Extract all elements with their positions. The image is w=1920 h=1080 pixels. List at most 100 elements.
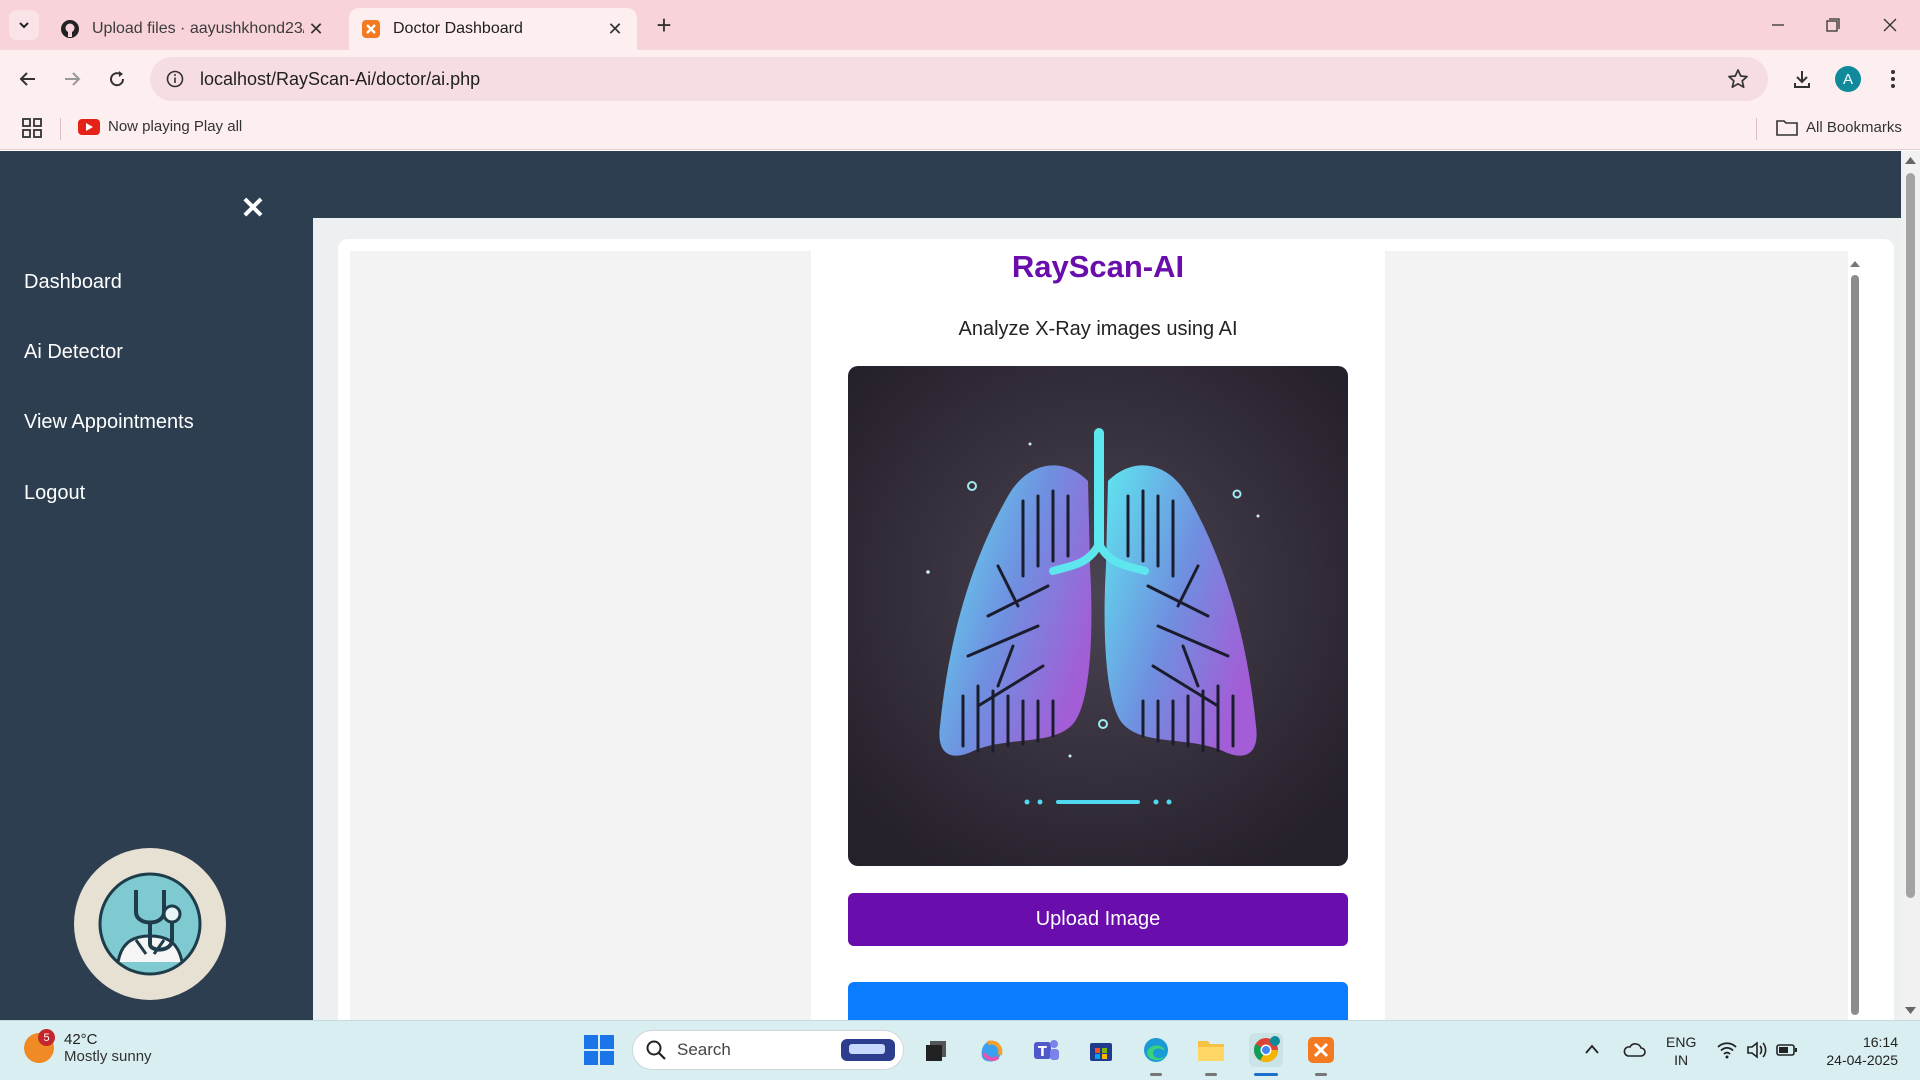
- doctor-stethoscope-icon: [98, 872, 202, 976]
- chrome-icon[interactable]: [1249, 1033, 1283, 1067]
- start-button[interactable]: [584, 1035, 614, 1065]
- sidebar-item-view-appointments[interactable]: View Appointments: [24, 411, 194, 434]
- reload-button[interactable]: [98, 60, 136, 98]
- all-bookmarks-button[interactable]: All Bookmarks: [1776, 118, 1902, 136]
- copilot-icon[interactable]: [974, 1033, 1008, 1067]
- sidebar-close-icon[interactable]: ✕: [238, 192, 268, 225]
- url-text[interactable]: localhost/RayScan-Ai/doctor/ai.php: [200, 69, 480, 90]
- taskbar-search[interactable]: Search: [632, 1030, 904, 1070]
- back-button[interactable]: [9, 60, 47, 98]
- weather-badge: 5: [38, 1029, 55, 1046]
- xampp-taskbar-icon[interactable]: [1304, 1033, 1338, 1067]
- search-icon: [646, 1040, 666, 1060]
- restore-button[interactable]: [1813, 8, 1853, 42]
- tab-github-upload[interactable]: Upload files · aayushkhond23/p ✕: [48, 8, 338, 50]
- upload-image-button[interactable]: Upload Image: [848, 893, 1348, 946]
- arrow-left-icon: [19, 72, 35, 86]
- sidebar-item-dashboard[interactable]: Dashboard: [24, 271, 122, 294]
- volume-icon[interactable]: [1746, 1041, 1768, 1059]
- sidebar: ✕ Dashboard Ai Detector View Appointment…: [0, 151, 313, 1020]
- kebab-menu-icon: [1891, 70, 1895, 88]
- tab-close-icon[interactable]: ✕: [603, 17, 627, 41]
- reload-icon: [110, 71, 125, 87]
- download-icon: [1794, 71, 1810, 88]
- close-window-button[interactable]: [1870, 8, 1910, 42]
- search-highlight-icon: [841, 1039, 895, 1061]
- profile-avatar[interactable]: A: [1835, 66, 1861, 92]
- microsoft-store-icon[interactable]: [1084, 1033, 1118, 1067]
- wifi-icon[interactable]: [1716, 1041, 1738, 1059]
- minimize-button[interactable]: [1758, 8, 1798, 42]
- battery-icon[interactable]: [1776, 1042, 1798, 1058]
- folder-icon: [1776, 120, 1798, 136]
- chevron-down-icon: [19, 22, 29, 29]
- search-label: Search: [677, 1040, 731, 1059]
- bookmark-now-playing[interactable]: Now playing Play all: [78, 118, 242, 135]
- address-bar[interactable]: localhost/RayScan-Ai/doctor/ai.php: [150, 57, 1768, 101]
- weather-temp: 42°C: [64, 1031, 98, 1048]
- github-icon: [60, 19, 80, 39]
- frame-scrollbar-thumb[interactable]: [1851, 275, 1859, 1015]
- bookmarks-bar: Now playing Play all All Bookmarks: [0, 108, 1920, 150]
- page-scrollbar[interactable]: [1901, 151, 1920, 1020]
- forward-button[interactable]: [53, 60, 91, 98]
- lungs-icon: [848, 366, 1348, 866]
- system-clock[interactable]: 16:14 24-04-2025: [1814, 1033, 1898, 1069]
- arrow-right-icon: [65, 72, 81, 86]
- weather-widget[interactable]: 5 42°C Mostly sunny: [24, 1029, 152, 1065]
- language-region: IN: [1674, 1052, 1689, 1068]
- page-subtitle: Analyze X-Ray images using AI: [958, 318, 1238, 340]
- onedrive-cloud-icon[interactable]: [1622, 1041, 1646, 1059]
- minimize-icon: [1772, 24, 1784, 26]
- language-indicator[interactable]: ENG IN: [1666, 1033, 1696, 1069]
- edge-icon[interactable]: [1139, 1033, 1173, 1067]
- chrome-active-indicator: [1254, 1073, 1278, 1076]
- page-title: RayScan-AI: [1011, 249, 1185, 284]
- page-scrollbar-thumb[interactable]: [1906, 173, 1915, 898]
- youtube-icon: [78, 118, 100, 135]
- close-icon: [1883, 18, 1897, 32]
- xampp-icon: [361, 19, 381, 39]
- web-page: ✕ Dashboard Ai Detector View Appointment…: [0, 151, 1920, 1020]
- tab-title: Doctor Dashboard: [393, 20, 523, 37]
- language-code: ENG: [1666, 1034, 1697, 1050]
- weather-sun-icon: 5: [24, 1029, 55, 1063]
- edge-running-indicator: [1150, 1073, 1162, 1076]
- scroll-up-icon[interactable]: [1848, 257, 1862, 269]
- analyze-button[interactable]: [848, 982, 1348, 1020]
- browser-toolbar: localhost/RayScan-Ai/doctor/ai.php: [0, 50, 1920, 108]
- tab-search-button[interactable]: [9, 10, 39, 40]
- downloads-button[interactable]: [1783, 60, 1821, 98]
- xampp-running-indicator: [1315, 1073, 1327, 1076]
- windows-logo-icon: [584, 1035, 598, 1049]
- chevron-up-icon[interactable]: [1584, 1043, 1600, 1055]
- frame-scrollbar[interactable]: [1848, 251, 1862, 1020]
- tab-doctor-dashboard[interactable]: Doctor Dashboard ✕: [349, 8, 637, 50]
- top-header-bar: [313, 151, 1901, 218]
- scroll-up-icon[interactable]: [1901, 153, 1920, 167]
- sidebar-item-logout[interactable]: Logout: [24, 482, 85, 505]
- clock-date: 24-04-2025: [1826, 1052, 1898, 1068]
- task-view-icon[interactable]: [919, 1033, 953, 1067]
- file-explorer-icon[interactable]: [1194, 1033, 1228, 1067]
- tab-strip: Upload files · aayushkhond23/p ✕ Doctor …: [0, 0, 1920, 50]
- tab-close-icon[interactable]: ✕: [304, 17, 328, 41]
- new-tab-button[interactable]: +: [650, 10, 678, 40]
- restore-icon: [1826, 18, 1840, 32]
- bookmark-label: Now playing Play all: [108, 118, 243, 135]
- bookmarks-divider: [60, 118, 61, 140]
- bookmark-star-icon[interactable]: [1726, 67, 1750, 91]
- scroll-down-icon[interactable]: [1901, 1004, 1920, 1018]
- svg-text:T: T: [1038, 1045, 1047, 1060]
- site-info-icon[interactable]: [164, 68, 186, 90]
- bookmarks-divider: [1756, 118, 1757, 140]
- tab-title: Upload files · aayushkhond23/p: [92, 20, 304, 37]
- lungs-illustration: [848, 366, 1348, 866]
- weather-condition: Mostly sunny: [64, 1048, 152, 1065]
- sidebar-item-ai-detector[interactable]: Ai Detector: [24, 341, 123, 364]
- clock-time: 16:14: [1862, 1034, 1898, 1050]
- all-bookmarks-label: All Bookmarks: [1806, 118, 1902, 136]
- apps-grid-icon[interactable]: [20, 116, 44, 140]
- teams-icon[interactable]: T: [1029, 1033, 1063, 1067]
- browser-menu-button[interactable]: [1874, 60, 1912, 98]
